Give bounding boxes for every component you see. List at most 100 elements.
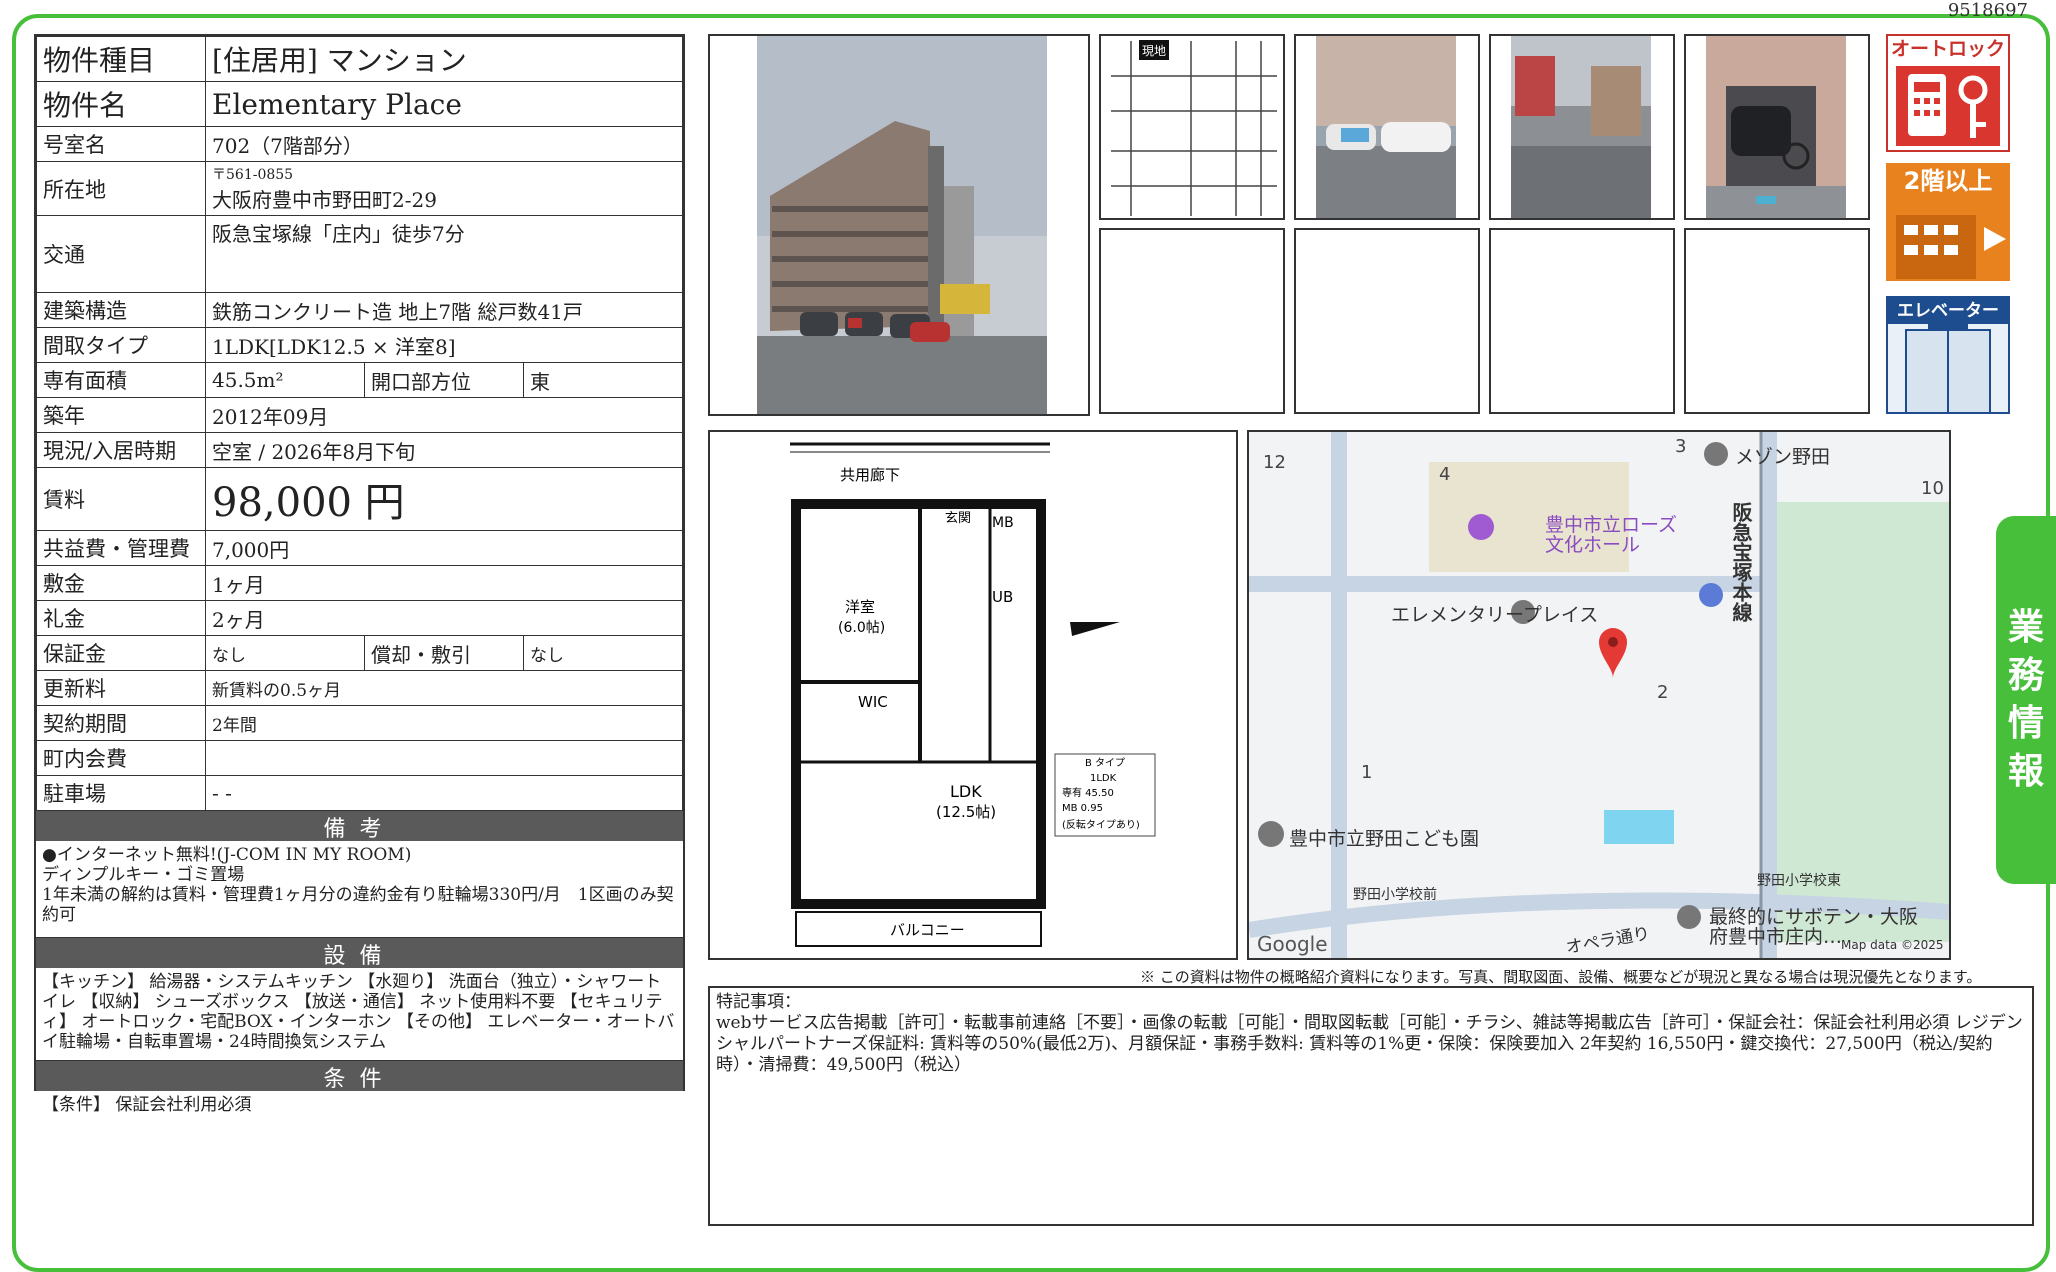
parking-photo-1 [1294, 34, 1480, 220]
map-attribution: Map data ©2025 [1841, 938, 1944, 952]
remarks-line: 1年未満の解約は賃料・管理費1ヶ月分の違約金有り駐輪場330円/月 1区画のみ契… [42, 885, 674, 925]
elevator-label: エレベーター [1888, 298, 2008, 324]
map-block-number: 12 [1263, 452, 1286, 473]
key-money-label: 礼金 [36, 600, 206, 636]
map-block-number: 10 [1921, 478, 1944, 499]
map-block-number: 2 [1657, 682, 1669, 703]
plan-ldk-size: (12.5帖) [936, 803, 996, 821]
business-info-tab[interactable]: 業 務 情 報 [1996, 516, 2056, 884]
empty-photo-slot [1489, 228, 1675, 414]
map-label-railway: 阪急宝塚本線 [1729, 502, 1753, 622]
side-tab-char: 情 [2007, 703, 2044, 744]
place-marker-icon [1677, 905, 1701, 929]
remarks-body: ●インターネット無料!(J-COM IN MY ROOM) ディンプルキー・ゴミ… [36, 841, 683, 938]
community-fee-label: 町内会費 [36, 740, 206, 776]
plan-entrance: 玄関 [945, 511, 971, 526]
plan-ub: UB [992, 588, 1013, 606]
map-block-number: 4 [1439, 464, 1451, 485]
plan-spec-area: 専有 45.50 [1062, 786, 1114, 799]
floor-plan: 共用廊下 玄関 MB UB 洋室 (6.0帖) WIC LDK (12.5帖) … [708, 430, 1238, 960]
key-money-value: 2ヶ月 [205, 600, 683, 636]
type-label: 物件種目 [36, 36, 206, 82]
conditions-body: 【条件】 保証会社利用必須 [36, 1091, 683, 1119]
built-value: 2012年09月 [205, 397, 683, 433]
map-label: 府豊中市庄内… [1709, 926, 1843, 948]
map-label-bus-stop: 野田小学校前 [1353, 887, 1437, 903]
remarks-line: ディンプルキー・ゴミ置場 [42, 865, 245, 885]
area-label: 専有面積 [36, 362, 206, 398]
parking-photo-2 [1489, 34, 1675, 220]
second-floor-badge: 2階以上 [1886, 163, 2010, 281]
status-label: 現況/入居時期 [36, 432, 206, 468]
postal-code: 〒561-0855 [212, 167, 294, 183]
access-label: 交通 [36, 215, 206, 293]
room-label: 号室名 [36, 126, 206, 162]
facilities-body: 【キッチン】 給湯器・システムキッチン 【水廻り】 洗面台（独立）・シャワートイ… [36, 968, 683, 1061]
conditions-heading: 条件 [36, 1061, 683, 1092]
remarks-heading: 備考 [36, 811, 683, 842]
amortization-label: 償却・敷引 [364, 635, 524, 671]
fee-label: 共益費・管理費 [36, 530, 206, 566]
special-notes-title: 特記事項： [716, 992, 801, 1012]
empty-photo-slot [1684, 228, 1870, 414]
renewal-label: 更新料 [36, 670, 206, 706]
amortization-value: なし [523, 635, 683, 671]
conditions-text: 【条件】 保証会社利用必須 [42, 1095, 252, 1115]
plan-western-room: 洋室 [845, 598, 875, 616]
rent-label: 賃料 [36, 467, 206, 531]
map-label-property: エレメンタリープレイス [1391, 604, 1599, 626]
floor-plan-drawing: 共用廊下 玄関 MB UB 洋室 (6.0帖) WIC LDK (12.5帖) … [790, 442, 1156, 947]
map-block-number: 1 [1361, 762, 1373, 783]
plan-spec-layout: 1LDK [1090, 773, 1117, 784]
place-marker-icon [1704, 442, 1728, 466]
fee-value: 7,000円 [205, 530, 683, 566]
map-label-site: 現地 [1142, 44, 1166, 58]
access-map-thumbnail: 現地 [1099, 34, 1285, 220]
built-label: 築年 [36, 397, 206, 433]
special-notes: 特記事項： webサービス広告掲載［許可］・転載事前連絡［不要］・画像の転載［可… [708, 986, 2034, 1226]
guarantee-label: 保証金 [36, 635, 206, 671]
address-label: 所在地 [36, 161, 206, 216]
map-label: 文化ホール [1545, 534, 1641, 556]
autolock-label: オートロック [1890, 38, 2005, 60]
address-value: 大阪府豊中市野田町2-29 [212, 188, 437, 212]
second-floor-label: 2階以上 [1903, 167, 1993, 195]
facilities-text: 【キッチン】 給湯器・システムキッチン 【水廻り】 洗面台（独立）・シャワートイ… [42, 972, 675, 1052]
layout-value: 1LDK[LDK12.5 × 洋室8] [205, 327, 683, 363]
parking-icon [1699, 583, 1723, 607]
remarks-line: ●インターネット無料!(J-COM IN MY ROOM) [42, 845, 412, 865]
plan-balcony: バルコニー [890, 921, 965, 939]
map-label: 豊中市立野田こども園 [1289, 828, 1480, 850]
music-hall-icon [1468, 514, 1494, 540]
contract-value: 2年間 [205, 705, 683, 741]
plan-wic: WIC [858, 693, 888, 711]
empty-photo-slot [1099, 228, 1285, 414]
access-value: 阪急宝塚線「庄内」徒歩7分 [205, 215, 683, 293]
location-map: 12 4 3 10 2 1 メゾン野田 豊中市立ローズ 文化ホール エレメンタリ… [1247, 430, 1951, 960]
building-photo [757, 36, 1047, 414]
plan-spec-note: (反転タイプあり) [1062, 819, 1140, 831]
deposit-label: 敷金 [36, 565, 206, 601]
document-id: 9518697 [1947, 0, 2028, 21]
property-info-table: 物件種目 [住居用] マンション 物件名 Elementary Place 号室名 7… [34, 34, 685, 1115]
community-fee-value [205, 740, 683, 776]
plan-mb: MB [992, 515, 1014, 531]
map-label: メゾン野田 [1735, 446, 1831, 468]
side-tab-char: 業 [2007, 607, 2044, 648]
area-value: 45.5m² [205, 362, 365, 398]
empty-photo-slot [1294, 228, 1480, 414]
garage-photo [1684, 34, 1870, 220]
room-value: 702（7階部分） [205, 126, 683, 162]
parking-value: - - [205, 775, 683, 811]
renewal-value: 新賃料の0.5ヶ月 [205, 670, 683, 706]
plan-spec-mb: MB 0.95 [1062, 803, 1103, 814]
contract-label: 契約期間 [36, 705, 206, 741]
north-arrow-icon [1070, 622, 1120, 636]
structure-label: 建築構造 [36, 292, 206, 328]
building-floor-icon [1896, 215, 2006, 279]
elevator-badge: エレベーター [1886, 296, 2010, 414]
plan-ldk: LDK [950, 782, 982, 801]
rent-value: 98,000 円 [205, 467, 683, 531]
direction-label: 開口部方位 [364, 362, 524, 398]
layout-label: 間取タイプ [36, 327, 206, 363]
